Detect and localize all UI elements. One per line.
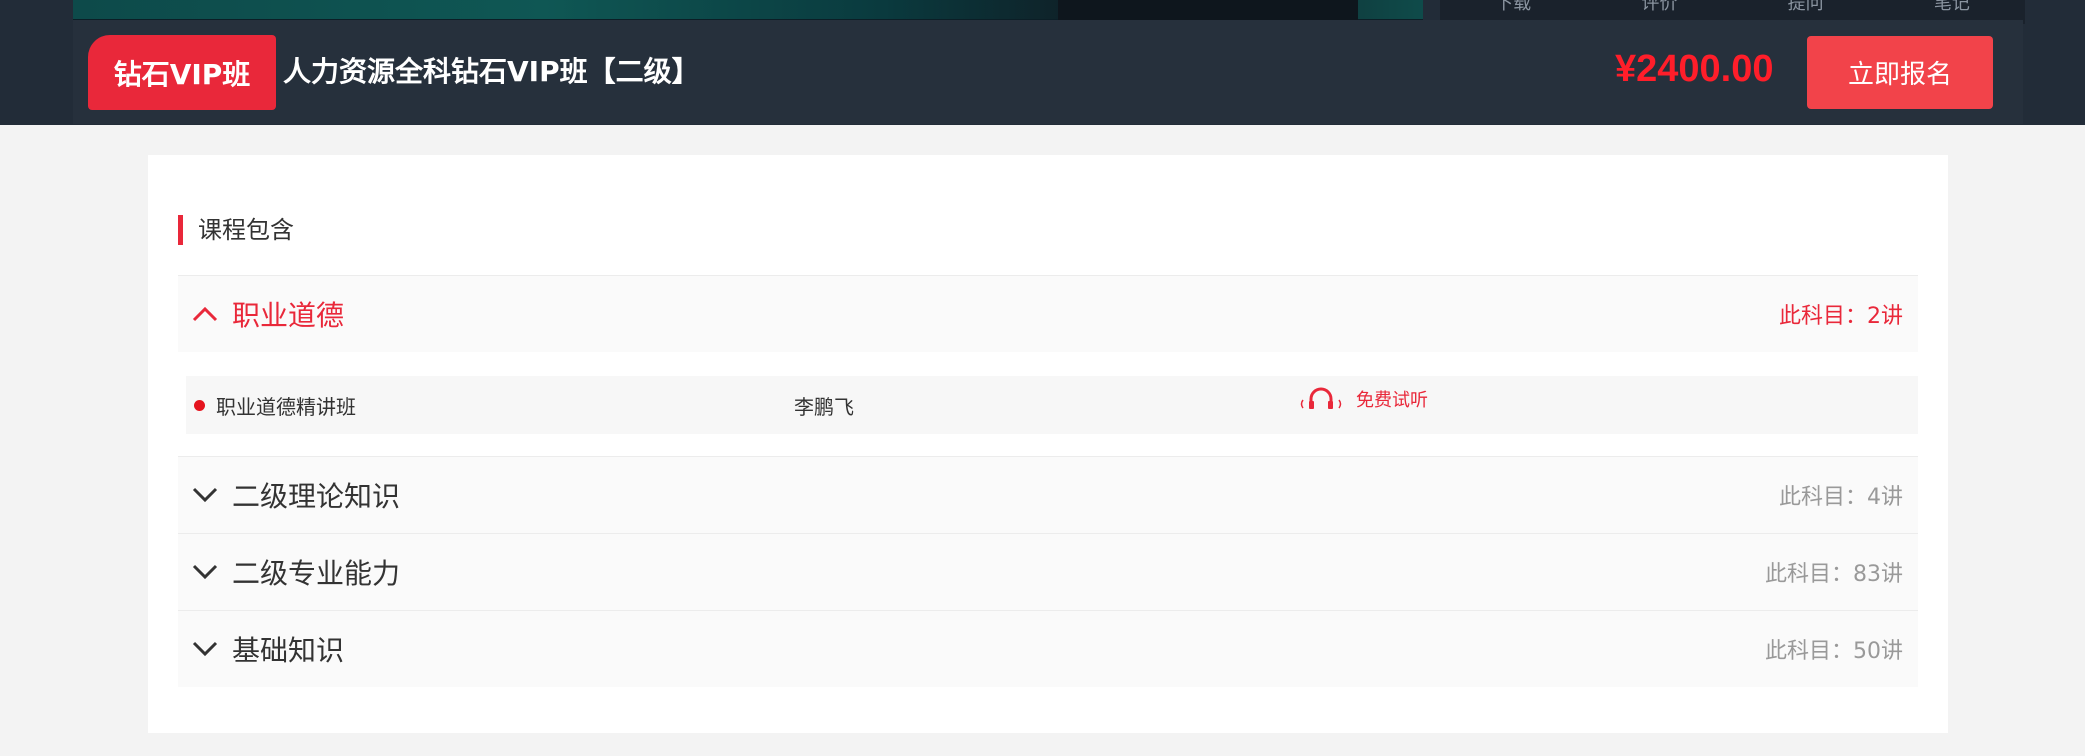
subject-header-basics[interactable]: 基础知识 此科目：50讲 (178, 611, 1918, 687)
subject-lesson-count: 此科目：2讲 (1779, 304, 1903, 329)
tab-review[interactable]: 评价 (1641, 0, 1677, 13)
subject-item: 二级专业能力 此科目：83讲 (178, 533, 1918, 610)
subject-list: 职业道德 此科目：2讲 职业道德精讲班 李鹏飞 免费试听 二级理论知识 此科目：… (178, 275, 1918, 687)
course-contents-card: 课程包含 职业道德 此科目：2讲 职业道德精讲班 李鹏飞 免费试听 二级理论知识… (148, 155, 1948, 733)
lesson-row[interactable]: 职业道德精讲班 李鹏飞 免费试听 (186, 376, 1918, 434)
subject-header-theory[interactable]: 二级理论知识 此科目：4讲 (178, 457, 1918, 533)
chevron-down-icon (178, 487, 232, 503)
video-player-edge[interactable] (73, 0, 1423, 20)
tab-download[interactable]: 下载 (1495, 0, 1531, 13)
enroll-button[interactable]: 立即报名 (1807, 36, 1993, 109)
headphones-icon (1300, 387, 1342, 409)
subject-name: 基础知识 (232, 634, 345, 667)
lesson-teacher: 李鹏飞 (794, 394, 854, 419)
subject-item: 职业道德 此科目：2讲 职业道德精讲班 李鹏飞 免费试听 (178, 275, 1918, 456)
lesson-list: 职业道德精讲班 李鹏飞 免费试听 (178, 352, 1918, 456)
subject-header-professional[interactable]: 二级专业能力 此科目：83讲 (178, 534, 1918, 610)
lesson-name: 职业道德精讲班 (216, 394, 356, 419)
chevron-up-icon (178, 306, 232, 322)
subject-name: 职业道德 (232, 299, 345, 332)
subject-lesson-count: 此科目：50讲 (1765, 639, 1903, 664)
chevron-down-icon (178, 564, 232, 580)
vip-badge: 钻石VIP班 (88, 35, 276, 110)
free-trial-label: 免费试听 (1356, 390, 1428, 411)
course-title: 人力资源全科钻石VIP班【二级】 (283, 55, 700, 88)
bullet-dot-icon (194, 399, 205, 411)
subject-lesson-count: 此科目：4讲 (1779, 485, 1903, 510)
subject-lesson-count: 此科目：83讲 (1765, 562, 1903, 587)
free-trial-link[interactable]: 免费试听 (1298, 386, 1428, 412)
subject-item: 基础知识 此科目：50讲 (178, 610, 1918, 687)
video-frame-dark-area (1058, 0, 1358, 20)
tab-notes[interactable]: 笔记 (1934, 0, 1970, 13)
section-heading: 课程包含 (178, 215, 294, 245)
course-price: ¥2400.00 (1615, 48, 1774, 90)
subject-name: 二级理论知识 (232, 480, 401, 513)
subject-name: 二级专业能力 (232, 557, 401, 590)
course-topbar: 下载 评价 提问 笔记 钻石VIP班 人力资源全科钻石VIP班【二级】 ¥240… (0, 0, 2085, 125)
chevron-down-icon (178, 641, 232, 657)
subject-item: 二级理论知识 此科目：4讲 (178, 456, 1918, 533)
tab-question[interactable]: 提问 (1788, 0, 1824, 13)
subject-header-ethics[interactable]: 职业道德 此科目：2讲 (178, 276, 1918, 352)
